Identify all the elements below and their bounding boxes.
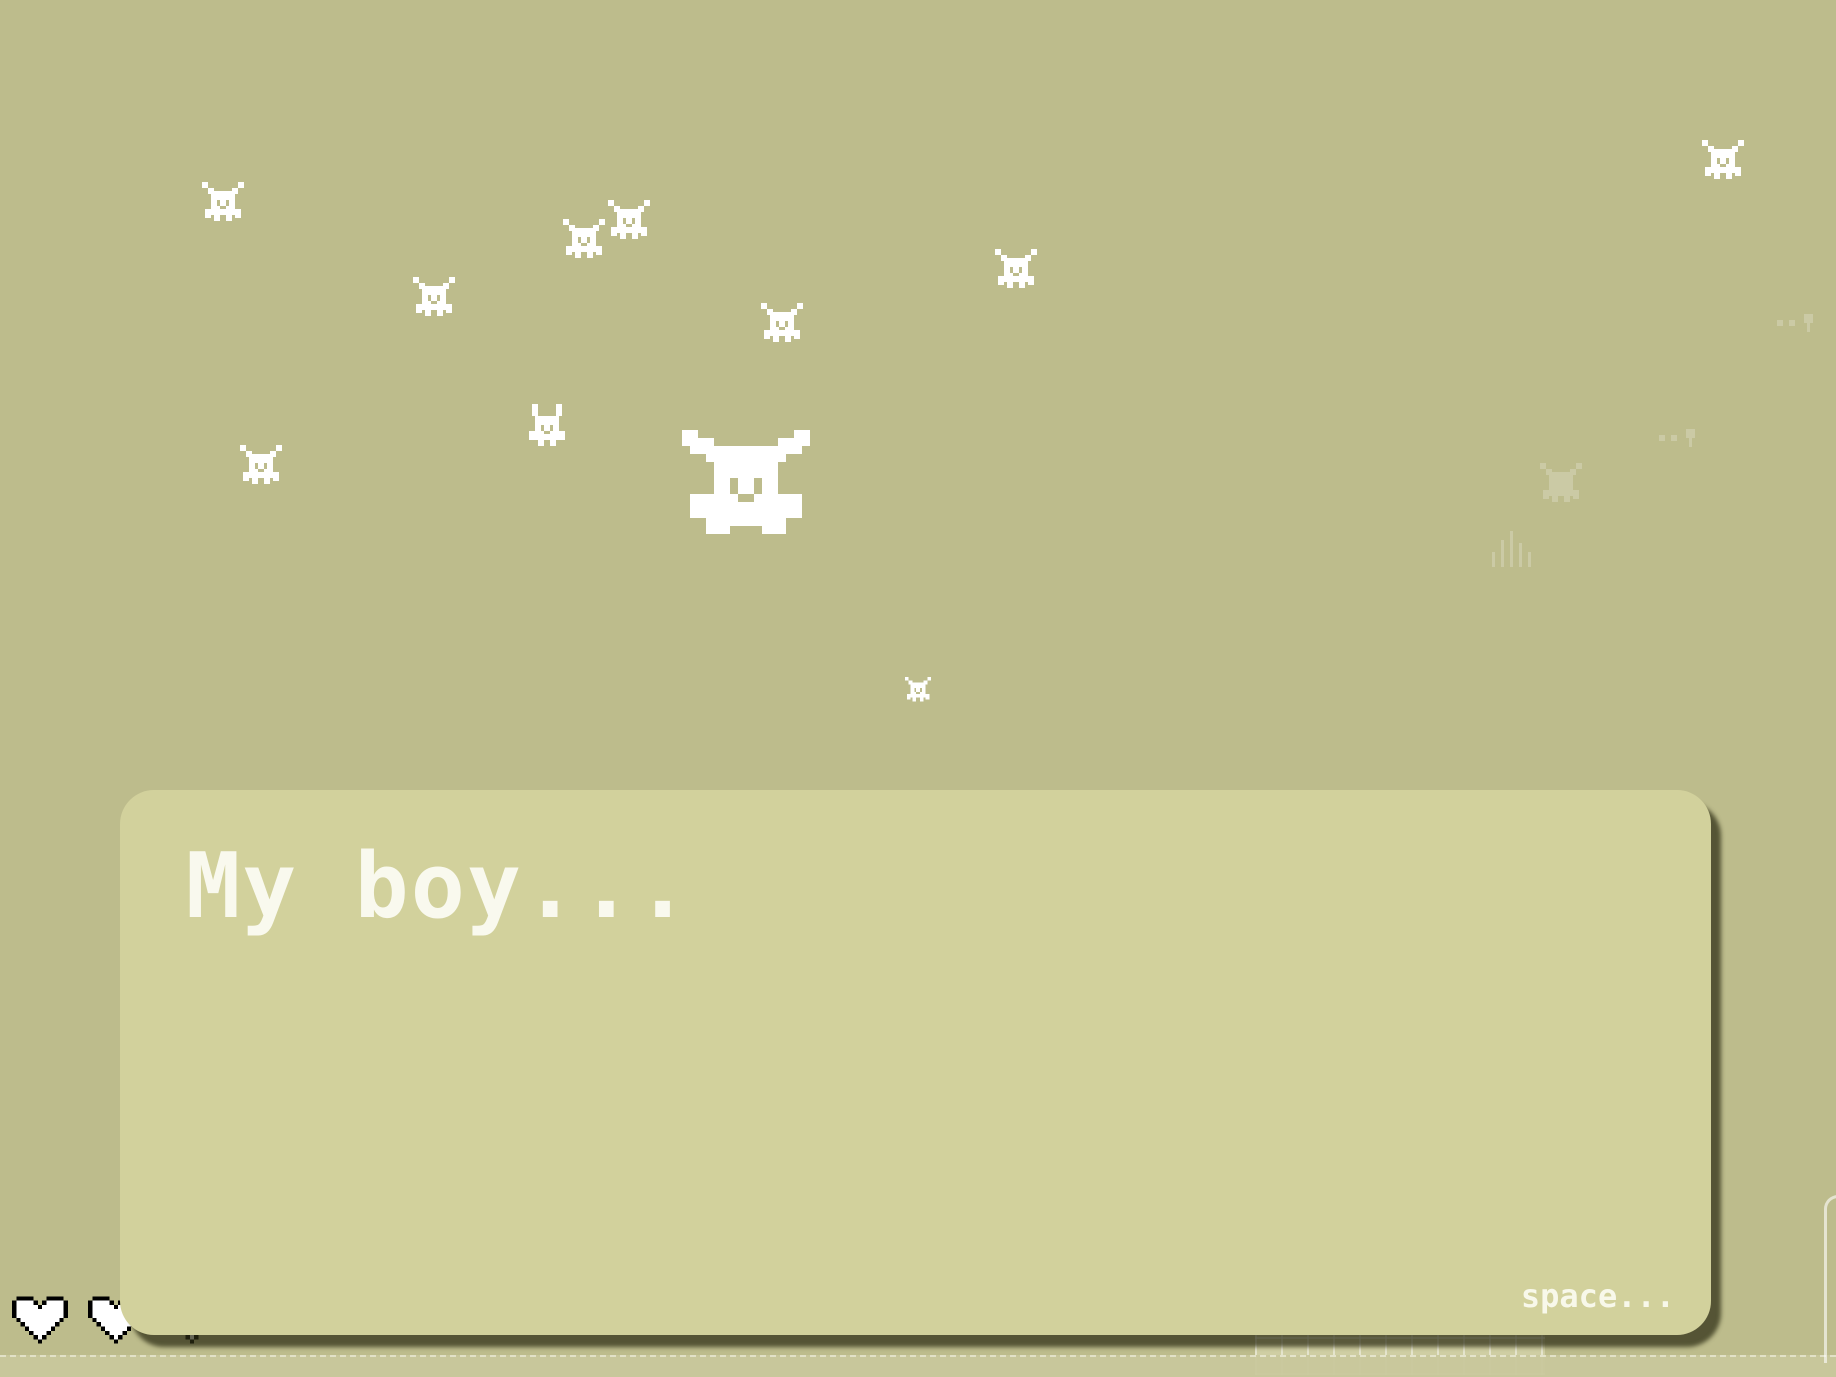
creature-sprite [523,404,571,452]
creature-sprite [410,274,458,322]
faint-grass-sprite [1486,522,1534,570]
creature-sprite [237,442,285,490]
dialog-text: My boy... [186,834,692,939]
heart-icon [12,1295,68,1345]
wall-edge [1824,1195,1836,1363]
creature-sprite [758,300,806,348]
faint-sprite [1653,411,1701,459]
continue-hint: space... [1520,1277,1675,1315]
creature-sprite [199,179,247,227]
game-scene: My boy... space... [0,0,1836,1377]
creature-sprite [560,216,608,264]
creature-sprite [903,675,933,705]
dialog-box[interactable]: My boy... space... [120,790,1711,1335]
ground-strip [0,1355,1836,1377]
creature-sprite [992,246,1040,294]
faint-sprite [1771,296,1819,344]
faint-creature-sprite [1537,460,1585,508]
creature-sprite [605,197,653,245]
horned-creature-sprite [682,430,810,558]
creature-sprite [1699,137,1747,185]
